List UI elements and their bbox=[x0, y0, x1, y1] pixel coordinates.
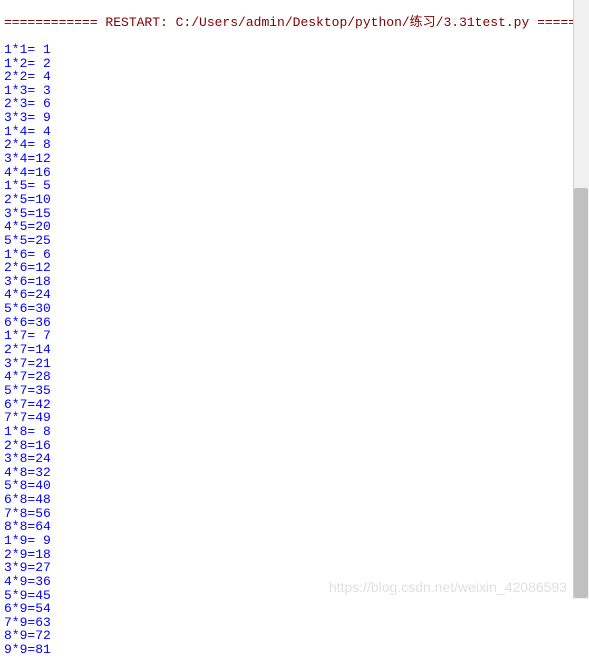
output-line: 1*8= 8 bbox=[4, 425, 585, 439]
output-line: 4*4=16 bbox=[4, 166, 585, 180]
vertical-scrollbar[interactable] bbox=[573, 0, 589, 599]
scrollbar-thumb[interactable] bbox=[574, 188, 588, 598]
output-line: 4*8=32 bbox=[4, 466, 585, 480]
output-container: 1*1= 11*2= 22*2= 41*3= 32*3= 63*3= 91*4=… bbox=[4, 43, 585, 657]
output-line: 6*7=42 bbox=[4, 398, 585, 412]
output-line: 4*9=36 bbox=[4, 575, 585, 589]
output-line: 7*9=63 bbox=[4, 616, 585, 630]
output-line: 3*7=21 bbox=[4, 357, 585, 371]
output-line: 2*8=16 bbox=[4, 439, 585, 453]
output-line: 2*4= 8 bbox=[4, 138, 585, 152]
restart-banner: ============ RESTART: C:/Users/admin/Des… bbox=[4, 16, 585, 30]
output-line: 3*4=12 bbox=[4, 152, 585, 166]
output-line: 1*6= 6 bbox=[4, 248, 585, 262]
output-line: 5*5=25 bbox=[4, 234, 585, 248]
output-line: 2*5=10 bbox=[4, 193, 585, 207]
output-line: 4*6=24 bbox=[4, 288, 585, 302]
output-line: 1*2= 2 bbox=[4, 57, 585, 71]
output-line: 5*6=30 bbox=[4, 302, 585, 316]
output-line: 1*3= 3 bbox=[4, 84, 585, 98]
output-line: 7*7=49 bbox=[4, 411, 585, 425]
output-line: 1*5= 5 bbox=[4, 179, 585, 193]
output-line: 8*8=64 bbox=[4, 520, 585, 534]
output-line: 8*9=72 bbox=[4, 629, 585, 643]
output-line: 1*1= 1 bbox=[4, 43, 585, 57]
output-line: 2*3= 6 bbox=[4, 97, 585, 111]
output-line: 1*9= 9 bbox=[4, 534, 585, 548]
output-line: 6*6=36 bbox=[4, 316, 585, 330]
output-line: 2*9=18 bbox=[4, 548, 585, 562]
output-line: 3*6=18 bbox=[4, 275, 585, 289]
output-line: 6*8=48 bbox=[4, 493, 585, 507]
output-line: 1*7= 7 bbox=[4, 329, 585, 343]
output-line: 2*2= 4 bbox=[4, 70, 585, 84]
output-line: 4*7=28 bbox=[4, 370, 585, 384]
output-line: 5*7=35 bbox=[4, 384, 585, 398]
output-line: 7*8=56 bbox=[4, 507, 585, 521]
output-line: 5*8=40 bbox=[4, 479, 585, 493]
output-line: 4*5=20 bbox=[4, 220, 585, 234]
output-line: 3*5=15 bbox=[4, 207, 585, 221]
output-line: 2*7=14 bbox=[4, 343, 585, 357]
output-line: 2*6=12 bbox=[4, 261, 585, 275]
output-line: 3*8=24 bbox=[4, 452, 585, 466]
output-line: 5*9=45 bbox=[4, 589, 585, 603]
console-output: ============ RESTART: C:/Users/admin/Des… bbox=[0, 0, 589, 672]
output-line: 1*4= 4 bbox=[4, 125, 585, 139]
output-line: 6*9=54 bbox=[4, 602, 585, 616]
output-line: 9*9=81 bbox=[4, 643, 585, 657]
output-line: 3*9=27 bbox=[4, 561, 585, 575]
output-line: 3*3= 9 bbox=[4, 111, 585, 125]
